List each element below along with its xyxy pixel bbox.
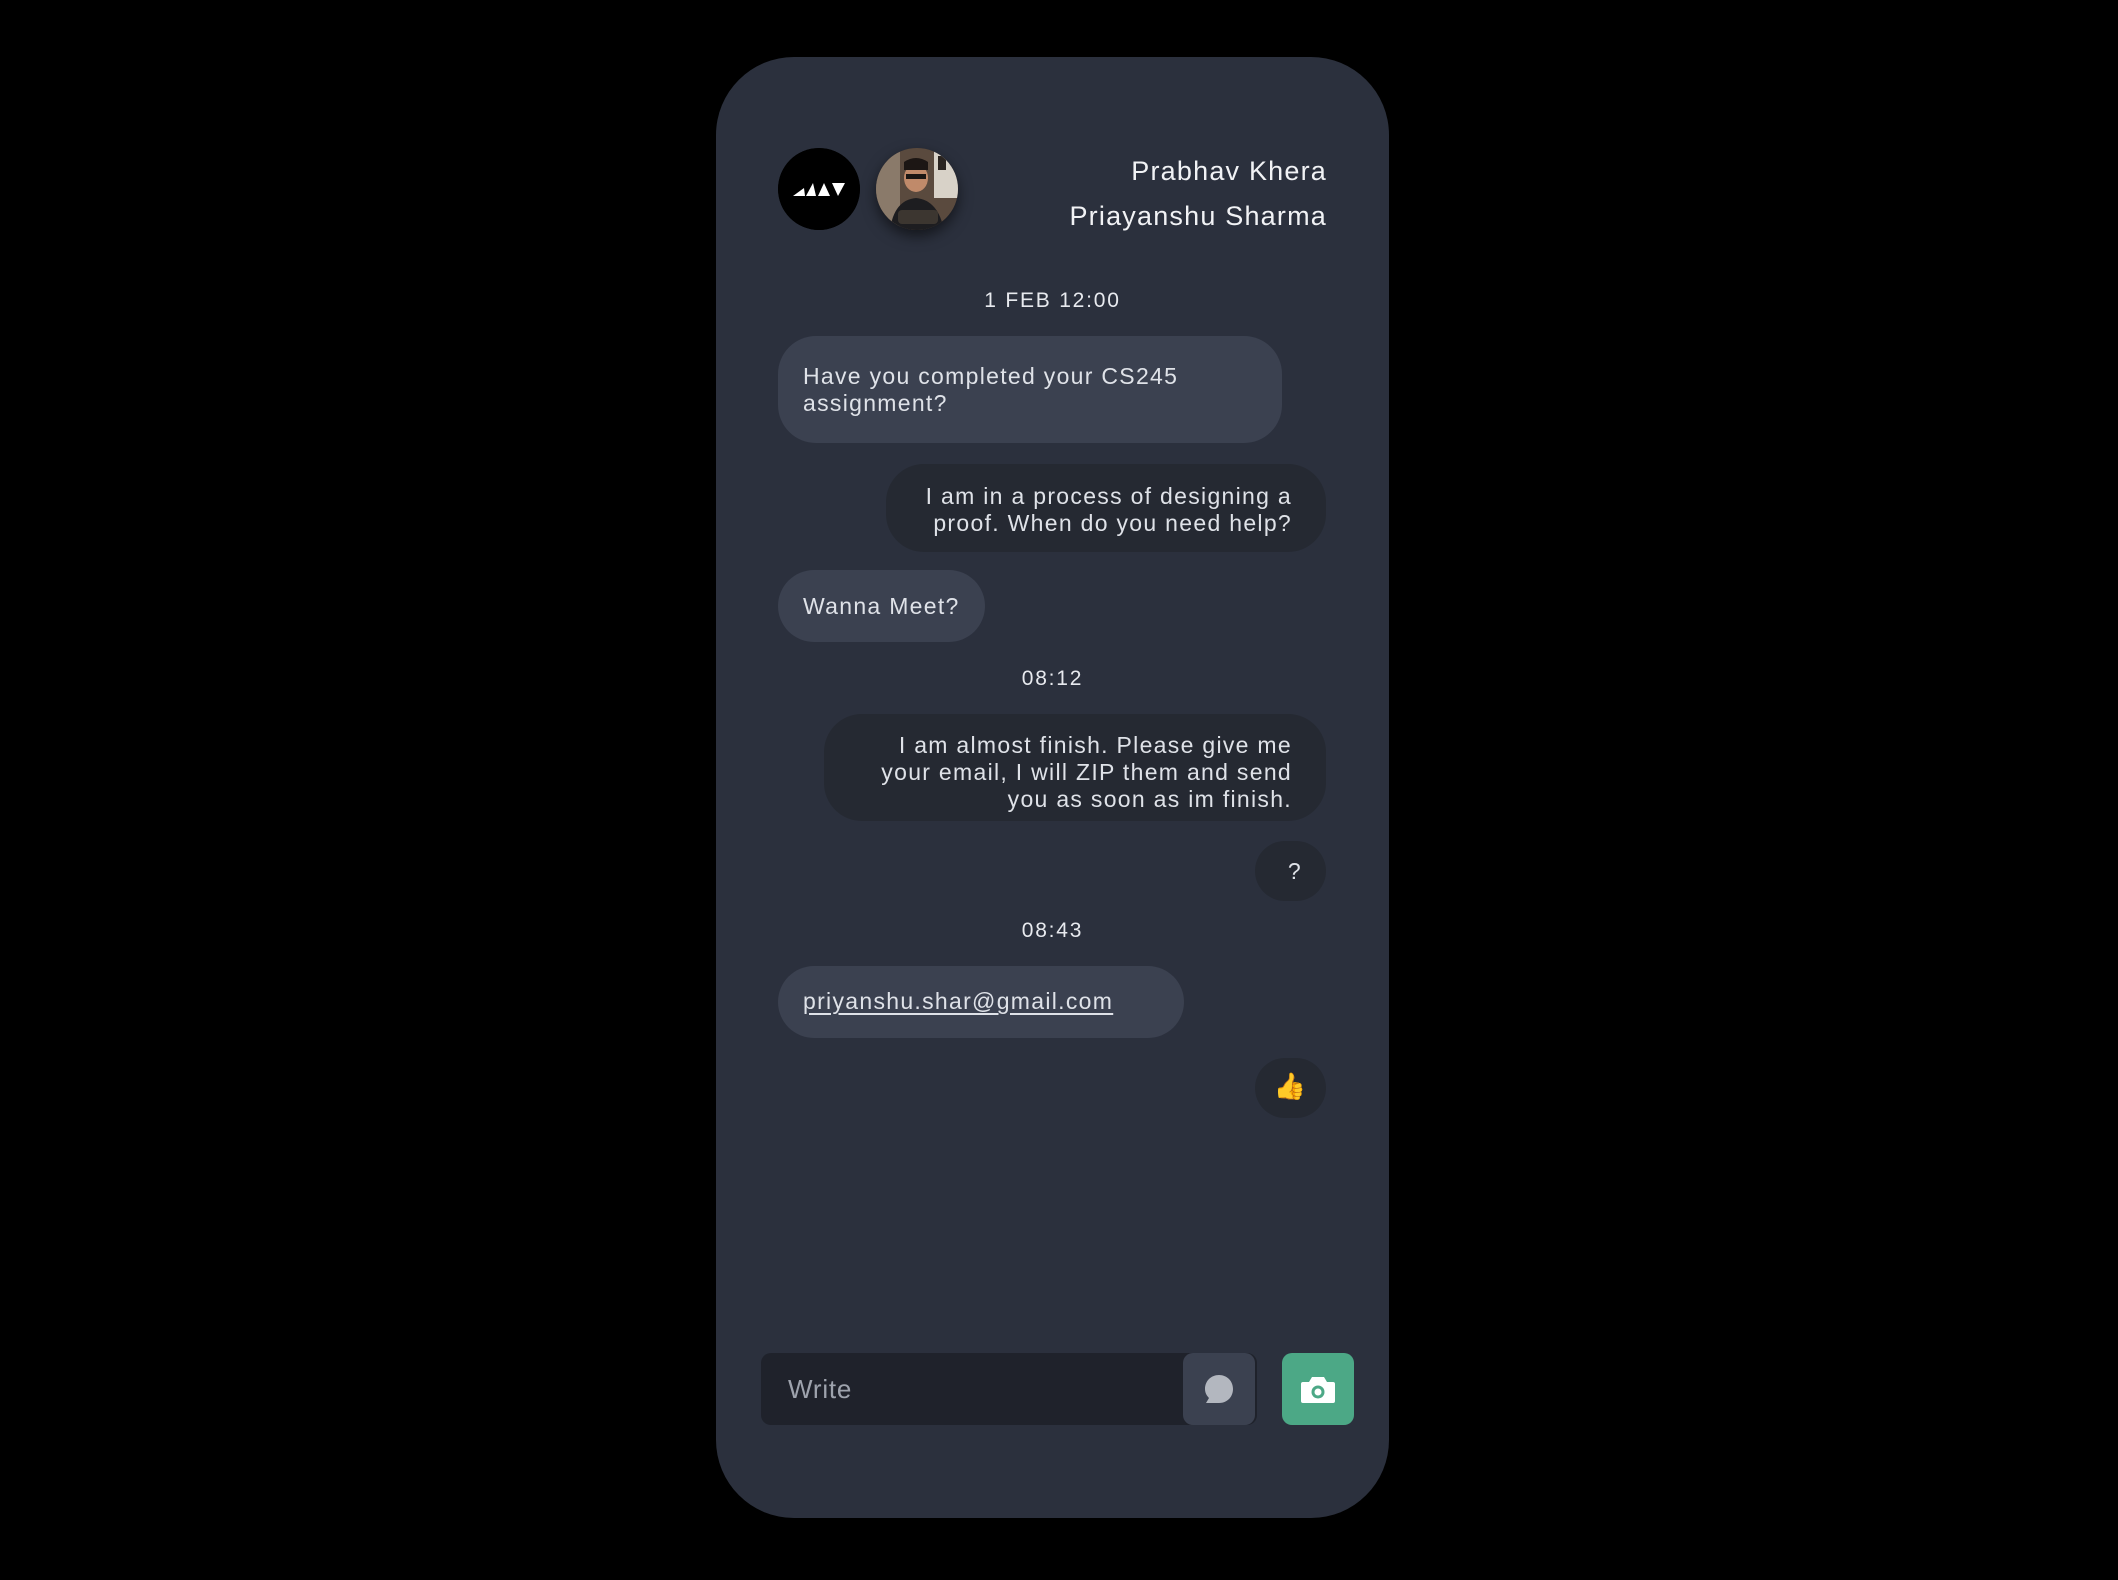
chat-button[interactable] xyxy=(1183,1353,1255,1425)
camera-icon xyxy=(1301,1377,1335,1403)
message-outgoing[interactable]: I am almost finish. Please give me your … xyxy=(824,714,1326,821)
speech-bubble-icon xyxy=(1205,1375,1233,1403)
timestamp: 08:12 xyxy=(1021,667,1084,690)
message-incoming[interactable]: Wanna Meet? xyxy=(778,570,985,642)
chat-panel: Prabhav Khera Priayanshu Sharma 1 FEB 12… xyxy=(716,57,1389,1518)
user-photo-avatar[interactable] xyxy=(876,148,958,230)
brand-logo-avatar[interactable] xyxy=(778,148,860,230)
message-incoming[interactable]: Have you completed your CS245 assignment… xyxy=(778,336,1282,443)
message-outgoing[interactable]: I am in a process of designing a proof. … xyxy=(886,464,1326,552)
message-outgoing-reaction[interactable]: 👍 xyxy=(1255,1058,1326,1118)
message-incoming-email[interactable]: priyanshu.shar@gmail.com xyxy=(778,966,1184,1038)
timestamp: 1 FEB 12:00 xyxy=(984,289,1121,312)
timestamp: 08:43 xyxy=(1021,919,1084,942)
brand-logo-icon xyxy=(778,148,860,230)
participant-name-secondary: Priayanshu Sharma xyxy=(1069,201,1327,231)
message-outgoing[interactable]: ? xyxy=(1255,841,1326,901)
camera-button[interactable] xyxy=(1282,1353,1354,1425)
message-input[interactable]: Write xyxy=(788,1353,852,1425)
chat-participants: Prabhav Khera Priayanshu Sharma xyxy=(1069,149,1327,239)
participant-name-primary: Prabhav Khera xyxy=(1131,156,1327,186)
user-photo xyxy=(876,148,958,230)
email-link[interactable]: priyanshu.shar@gmail.com xyxy=(803,988,1113,1014)
